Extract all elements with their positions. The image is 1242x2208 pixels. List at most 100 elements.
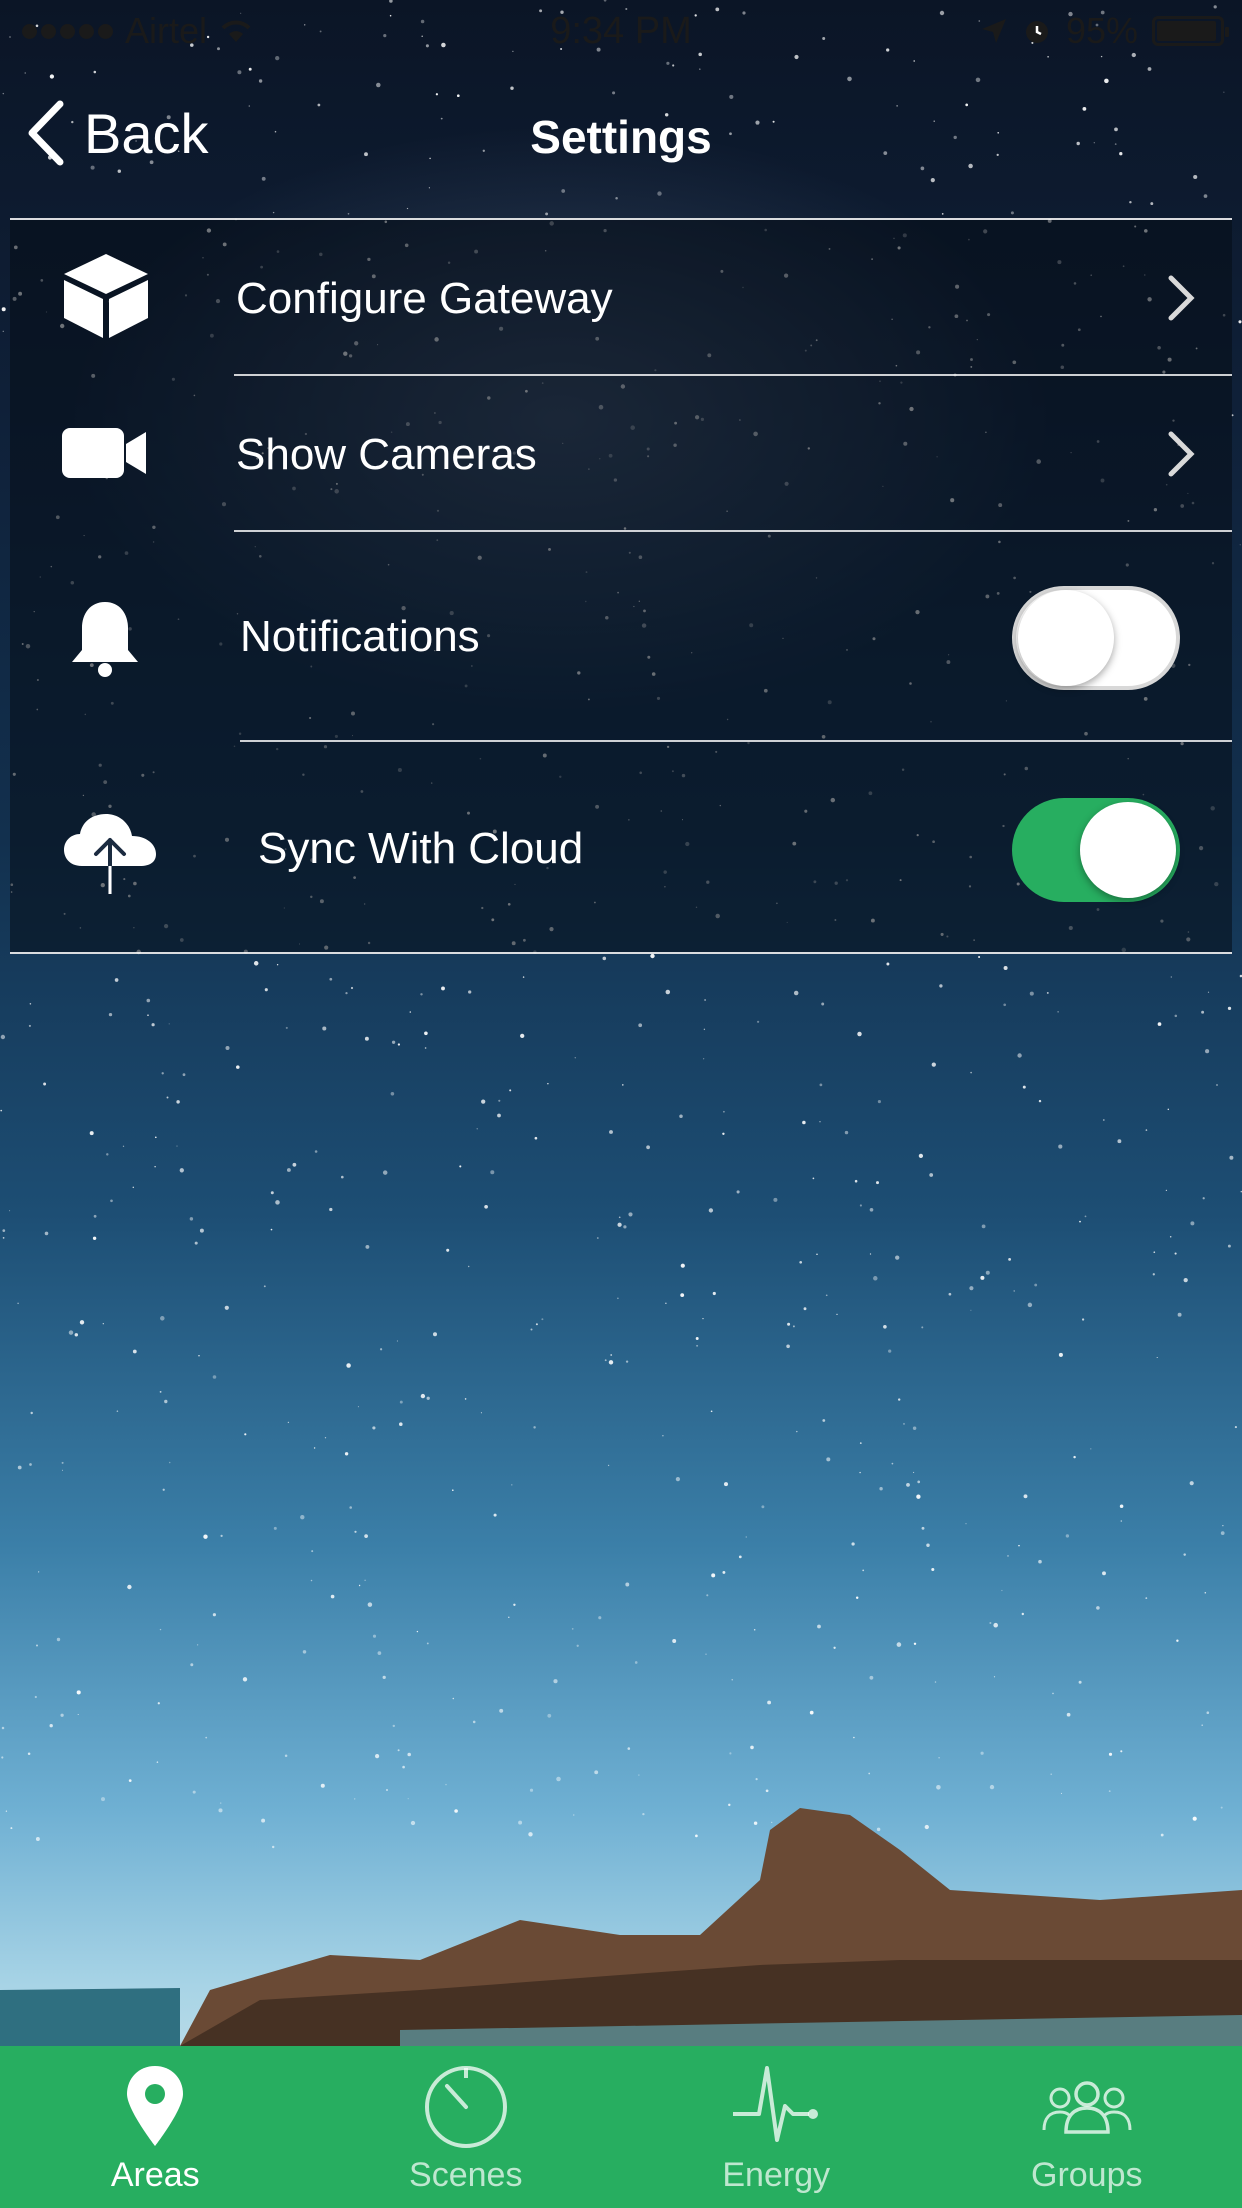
star bbox=[17, 1302, 19, 1305]
star bbox=[1102, 1119, 1105, 1121]
star bbox=[609, 1130, 613, 1134]
star bbox=[706, 1594, 709, 1597]
star bbox=[190, 1663, 194, 1667]
chevron-right-icon bbox=[1168, 431, 1195, 477]
star bbox=[424, 1047, 427, 1049]
star bbox=[610, 1354, 613, 1356]
star bbox=[344, 1452, 349, 1456]
star bbox=[1229, 1155, 1234, 1160]
star bbox=[407, 1798, 409, 1800]
notifications-toggle[interactable] bbox=[1012, 586, 1180, 690]
star bbox=[340, 1175, 344, 1179]
star bbox=[199, 1228, 204, 1233]
star bbox=[1119, 1504, 1124, 1508]
star bbox=[1120, 1750, 1123, 1753]
star bbox=[672, 1639, 677, 1643]
star bbox=[132, 1349, 137, 1354]
star bbox=[1216, 1084, 1218, 1086]
tab-groups[interactable]: Groups bbox=[932, 2046, 1242, 2208]
star bbox=[146, 998, 151, 1003]
star bbox=[490, 1170, 495, 1175]
star bbox=[198, 1354, 200, 1357]
video-camera-icon bbox=[62, 428, 146, 478]
star bbox=[261, 1818, 266, 1823]
star bbox=[61, 1469, 64, 1471]
star bbox=[156, 1761, 159, 1763]
star bbox=[1073, 1455, 1076, 1459]
settings-item-configure-gateway[interactable]: Configure Gateway bbox=[10, 220, 1232, 376]
star bbox=[722, 1570, 726, 1574]
star bbox=[662, 1434, 664, 1437]
star bbox=[883, 1324, 887, 1329]
star bbox=[0, 1109, 3, 1112]
star bbox=[936, 1785, 941, 1790]
star bbox=[695, 1834, 698, 1838]
navigation-bar: Back Settings bbox=[0, 66, 1242, 214]
star bbox=[869, 1207, 874, 1212]
star bbox=[679, 1114, 683, 1119]
sync-with-cloud-toggle[interactable] bbox=[1012, 798, 1180, 902]
star bbox=[354, 1798, 356, 1800]
star bbox=[695, 1337, 699, 1340]
star bbox=[10, 1827, 13, 1830]
star bbox=[711, 1573, 716, 1578]
star bbox=[522, 976, 525, 978]
tab-bar: Areas Scenes Energy Groups bbox=[0, 2046, 1242, 2208]
star bbox=[854, 1179, 858, 1183]
star bbox=[275, 1200, 280, 1205]
star bbox=[826, 1457, 831, 1462]
star bbox=[1027, 1302, 1033, 1308]
star bbox=[189, 1217, 194, 1221]
star bbox=[329, 1207, 333, 1212]
star bbox=[891, 1462, 894, 1465]
star bbox=[1145, 1597, 1148, 1599]
star bbox=[622, 1084, 624, 1086]
tab-scenes[interactable]: Scenes bbox=[311, 2046, 622, 2208]
star bbox=[921, 1326, 924, 1329]
star bbox=[1013, 1290, 1015, 1292]
star bbox=[452, 1697, 455, 1700]
star bbox=[322, 1026, 327, 1031]
star bbox=[2, 1229, 6, 1232]
star bbox=[1152, 1273, 1155, 1276]
star bbox=[576, 1644, 579, 1647]
star bbox=[114, 978, 119, 982]
star bbox=[598, 1616, 602, 1620]
settings-item-show-cameras[interactable]: Show Cameras bbox=[10, 376, 1232, 530]
star bbox=[382, 1170, 388, 1175]
star bbox=[736, 1190, 740, 1194]
star bbox=[786, 1344, 790, 1349]
star bbox=[212, 1375, 217, 1379]
star bbox=[60, 1713, 64, 1717]
star bbox=[833, 1646, 836, 1649]
star bbox=[364, 1036, 369, 1041]
star bbox=[745, 1536, 747, 1538]
star bbox=[1050, 1773, 1052, 1776]
star bbox=[1084, 1215, 1087, 1218]
star bbox=[1169, 1235, 1172, 1238]
star bbox=[1003, 965, 1008, 971]
star bbox=[160, 1316, 165, 1321]
star bbox=[765, 1789, 769, 1793]
star bbox=[441, 986, 445, 991]
star bbox=[166, 1096, 169, 1099]
star bbox=[623, 1225, 627, 1229]
tab-energy[interactable]: Energy bbox=[621, 2046, 932, 2208]
star bbox=[28, 1024, 31, 1027]
star bbox=[116, 1410, 119, 1412]
toggle-knob bbox=[1080, 802, 1176, 898]
star bbox=[799, 1260, 803, 1264]
star bbox=[702, 1317, 704, 1320]
star bbox=[604, 1359, 607, 1362]
star bbox=[154, 1136, 157, 1139]
star bbox=[921, 1526, 925, 1530]
star bbox=[391, 1040, 396, 1044]
tab-areas[interactable]: Areas bbox=[0, 2046, 311, 2208]
star bbox=[723, 1110, 725, 1113]
star bbox=[493, 1513, 497, 1517]
star bbox=[1038, 1559, 1042, 1564]
star bbox=[696, 1344, 699, 1347]
star bbox=[912, 1426, 917, 1430]
star bbox=[379, 1348, 383, 1351]
star bbox=[903, 1422, 905, 1425]
